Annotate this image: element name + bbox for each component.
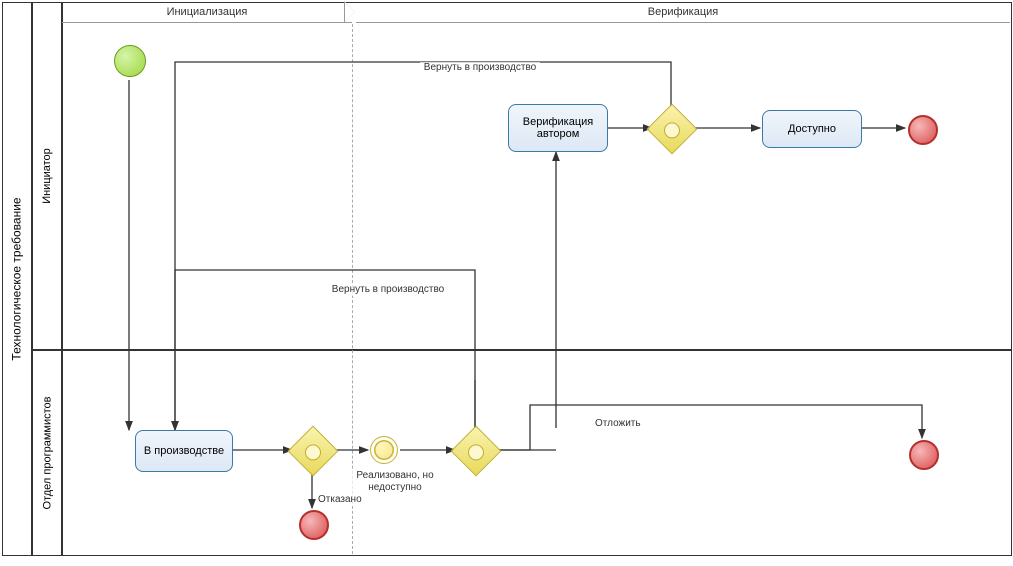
- pool-label: Технологическое требование: [2, 2, 32, 556]
- phase-divider-arrow: [345, 2, 355, 22]
- pool-name: Технологическое требование: [10, 197, 24, 360]
- end-event-postpone: [909, 440, 939, 470]
- gateway-after-production-inner: [302, 441, 325, 464]
- task-available: Доступно: [762, 110, 862, 148]
- flow-label-refused: Отказано: [318, 494, 362, 506]
- end-event-top: [908, 115, 938, 145]
- flow-label-postpone: Отложить: [595, 418, 641, 430]
- phase-init-header: Инициализация: [62, 2, 352, 23]
- phase-init-text: Инициализация: [167, 6, 248, 18]
- flow-label-realized: Реализовано, но недоступно: [350, 470, 440, 494]
- intermediate-event-realized: [370, 436, 398, 464]
- lane-initiator-text: Инициатор: [41, 148, 53, 204]
- lane-initiator-body: [62, 2, 1012, 350]
- lane-programmers-label: Отдел программистов: [32, 350, 62, 556]
- end-event-refused: [299, 510, 329, 540]
- task-in-production: В производстве: [135, 430, 233, 472]
- lane-initiator-label: Инициатор: [32, 2, 62, 350]
- bpmn-diagram: Технологическое требование Инициатор Отд…: [0, 0, 1013, 566]
- task-verify-author: Верификация автором: [508, 104, 608, 152]
- gateway-mid-inner: [465, 441, 488, 464]
- task-in-production-text: В производстве: [144, 445, 224, 457]
- task-verify-author-text: Верификация автором: [513, 116, 603, 140]
- phase-verify-text: Верификация: [648, 6, 719, 18]
- start-event: [114, 45, 146, 77]
- flow-label-return-top: Вернуть в производство: [420, 62, 540, 74]
- lane-programmers-text: Отдел программистов: [41, 397, 53, 510]
- task-available-text: Доступно: [788, 123, 836, 135]
- flow-label-return-mid: Вернуть в производство: [328, 284, 448, 296]
- gateway-top-inner: [661, 119, 684, 142]
- phase-verify-header: Верификация: [356, 2, 1010, 23]
